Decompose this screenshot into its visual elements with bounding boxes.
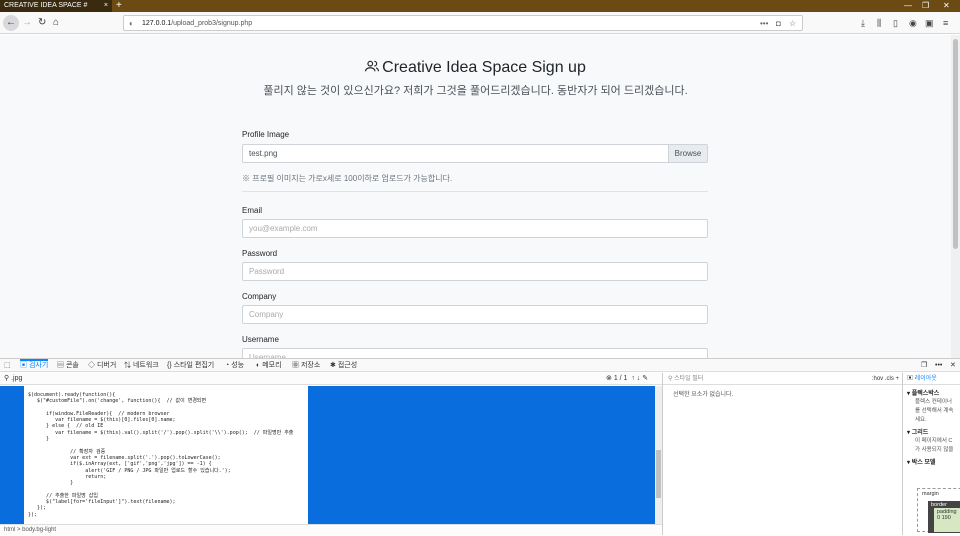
maximize-icon[interactable]: ❐: [922, 0, 929, 12]
margin-label: margin: [922, 491, 939, 497]
extension-icon[interactable]: ▣: [925, 16, 934, 30]
rules-empty-message: 선택한 요소가 없습니다.: [673, 392, 734, 398]
content-size: 0 190: [937, 515, 951, 521]
account-icon[interactable]: ◉: [909, 16, 917, 30]
file-name: test.png: [249, 149, 278, 158]
shield-icon[interactable]: ◐: [129, 16, 134, 31]
dock-icon[interactable]: ❐: [921, 359, 927, 373]
bookmark-star-icon[interactable]: ☆: [789, 16, 796, 31]
search-result-count: ⊗ 1 / 1 ↑ ↓ ✎: [606, 375, 649, 382]
company-label: Company: [242, 292, 277, 301]
search-input[interactable]: ⚲ .jpg: [4, 373, 22, 385]
library-icon[interactable]: ⫼: [877, 16, 881, 30]
minimize-icon[interactable]: —: [904, 0, 912, 12]
grid-section-header[interactable]: ▾ 그리드: [903, 424, 960, 436]
flexbox-hint-line: 세요.: [915, 417, 927, 423]
rules-filter[interactable]: ⚲ 스타일 필터 :hov .cls +: [663, 373, 903, 385]
sidebar-icon[interactable]: ▯: [893, 16, 898, 30]
tab-style-editor[interactable]: {} 스타일 편집기: [167, 359, 214, 373]
script-source-panel[interactable]: $(document).ready(function(){ $("#custom…: [24, 386, 308, 524]
flexbox-section-header[interactable]: ▾ 플렉스박스: [903, 385, 960, 397]
home-icon[interactable]: ⌂: [53, 16, 59, 30]
tab-storage[interactable]: ▦ 저장소: [292, 359, 320, 373]
page-subtitle: 풀리지 않는 것이 있으신가요? 저희가 그것을 풀어드리겠습니다. 동반자가 …: [263, 85, 688, 97]
padding-box: padding 0 190: [934, 508, 960, 532]
reload-icon[interactable]: ↻: [38, 16, 46, 30]
profile-image-label: Profile Image: [242, 130, 290, 139]
markup-scrollbar-thumb[interactable]: [656, 450, 661, 498]
box-model-diagram: margin border padding 0 190: [917, 488, 960, 533]
border-box: border padding 0 190: [928, 501, 960, 533]
breadcrumb[interactable]: html > body.bg-light: [0, 524, 662, 535]
browser-tab[interactable]: CREATIVE IDEA SPACE # ×: [0, 0, 112, 12]
password-field[interactable]: Password: [242, 262, 708, 281]
menu-icon[interactable]: ≡: [943, 16, 948, 30]
users-icon: [365, 60, 380, 72]
pocket-icon[interactable]: ◘: [776, 16, 781, 31]
box-model-section-header[interactable]: ▾ 박스 모델: [903, 454, 960, 466]
flexbox-hint-line: 를 선택해서 계속: [915, 408, 954, 414]
username-field[interactable]: Username: [242, 348, 708, 358]
scrollbar-thumb[interactable]: [953, 39, 958, 249]
tab-network[interactable]: ⇅ 네트워크: [124, 359, 159, 373]
browse-button[interactable]: Browse: [668, 145, 707, 162]
tab-performance[interactable]: ◔ 성능: [225, 359, 244, 373]
markup-search-bar[interactable]: ⚲ .jpg ⊗ 1 / 1 ↑ ↓ ✎: [0, 373, 662, 385]
url-text: 127.0.0.1/upload_prob3/signup.php: [142, 20, 253, 27]
grid-hint-line: 이 페이지에서 C: [915, 438, 953, 444]
email-label: Email: [242, 206, 263, 215]
close-devtools-icon[interactable]: ✕: [950, 359, 956, 373]
rules-panel: ⚲ 스타일 필터 :hov .cls + 선택한 요소가 없습니다.: [662, 373, 903, 535]
page-scrollbar[interactable]: [951, 35, 960, 358]
tab-console[interactable]: ▤ 콘솔: [57, 359, 79, 373]
grid-hint-line: 가 사용되지 않을: [915, 447, 954, 453]
markup-view[interactable]: $(document).ready(function(){ $("#custom…: [0, 386, 662, 524]
tab-debugger[interactable]: ◇ 디버거: [88, 359, 116, 373]
search-icon: ⚲: [4, 375, 10, 382]
tab-layout[interactable]: ▣ 레이아웃: [903, 373, 960, 385]
email-field[interactable]: you@example.com: [242, 219, 708, 238]
close-window-icon[interactable]: ✕: [943, 0, 950, 12]
markup-scrollbar[interactable]: [655, 386, 662, 524]
profile-image-note: ※ 프로필 이미지는 가로x세로 100이하로 업로드가 가능합니다.: [242, 174, 453, 183]
script-code: $(document).ready(function(){ $("#custom…: [28, 392, 294, 518]
page-actions-icon[interactable]: •••: [760, 16, 768, 31]
web-page: Creative Idea Space Sign up 풀리지 않는 것이 있으…: [0, 35, 951, 358]
close-tab-icon[interactable]: ×: [104, 0, 108, 12]
url-bar[interactable]: ◐ 127.0.0.1/upload_prob3/signup.php ••• …: [123, 15, 803, 31]
forward-icon[interactable]: →: [22, 16, 32, 30]
divider: [242, 191, 708, 192]
devtools-toolbar: ⬚ ▣ 검사기 ▤ 콘솔 ◇ 디버거 ⇅ 네트워크 {} 스타일 편집기 ◔ 성…: [0, 358, 960, 372]
page-title: Creative Idea Space Sign up: [0, 59, 951, 77]
company-field[interactable]: Company: [242, 305, 708, 324]
tab-inspector[interactable]: ▣ 검사기: [20, 359, 49, 373]
username-label: Username: [242, 335, 279, 344]
browser-tab-strip: CREATIVE IDEA SPACE # × + — ❐ ✕: [0, 0, 960, 12]
flexbox-hint-line: 플렉스 컨테이너: [915, 399, 952, 405]
back-icon[interactable]: ←: [3, 15, 19, 31]
password-label: Password: [242, 249, 278, 258]
tab-title: CREATIVE IDEA SPACE #: [4, 2, 88, 9]
rules-options[interactable]: :hov .cls +: [872, 373, 899, 385]
element-picker-icon[interactable]: ⬚: [4, 359, 11, 373]
downloads-icon[interactable]: ⤓: [861, 16, 865, 30]
tab-accessibility[interactable]: ✱ 접근성: [330, 359, 357, 373]
tab-memory[interactable]: ◐ 메모리: [256, 359, 282, 373]
layout-panel: ▣ 레이아웃 ▾ 플렉스박스 플렉스 컨테이너 를 선택해서 계속 세요. ▾ …: [902, 373, 960, 535]
profile-image-file-input[interactable]: test.png Browse: [242, 144, 708, 163]
devtools-menu-icon[interactable]: •••: [935, 359, 942, 373]
new-tab-icon[interactable]: +: [116, 0, 122, 11]
navigation-toolbar: ← → ↻ ⌂ ◐ 127.0.0.1/upload_prob3/signup.…: [0, 12, 960, 34]
